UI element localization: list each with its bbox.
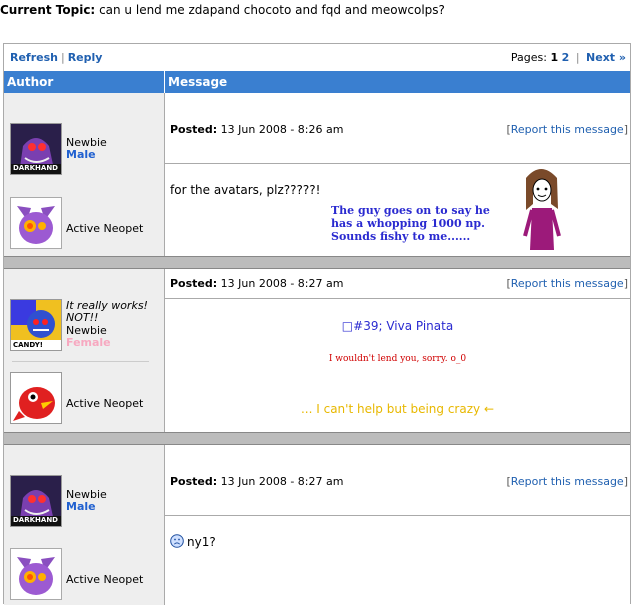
report-message-link[interactable]: Report this message xyxy=(511,277,624,290)
message-text: ny1? xyxy=(187,535,216,549)
toolbar: Refresh | Reply Pages: 1 2 | Next » xyxy=(4,44,630,71)
user-avatar[interactable]: DARKHAND xyxy=(10,123,62,175)
neopet-image[interactable] xyxy=(10,197,62,249)
post: CANDY! It really works! NOT!! Newbie Fem… xyxy=(4,269,630,432)
author-cell: DARKHAND Newbie Male Active Neopet xyxy=(4,445,165,605)
user-gender: Female xyxy=(66,336,111,349)
message-header: Posted: 13 Jun 2008 - 8:26 am [Report th… xyxy=(165,93,630,164)
avatar-label: DARKHAND xyxy=(13,164,58,172)
posted-info: Posted: 13 Jun 2008 - 8:27 am xyxy=(170,475,343,488)
post-separator xyxy=(4,256,630,269)
table-header: Author Message xyxy=(4,71,630,93)
user-info: Newbie Female xyxy=(66,325,111,349)
author-column-header: Author xyxy=(7,75,54,89)
message-column-header: Message xyxy=(168,75,228,89)
refresh-link[interactable]: Refresh xyxy=(10,51,58,64)
user-avatar[interactable]: CANDY! xyxy=(10,299,62,351)
sad-face-icon xyxy=(170,534,184,548)
reply-link[interactable]: Reply xyxy=(68,51,103,64)
user-info: Newbie Male xyxy=(66,137,107,161)
message-header: Posted: 13 Jun 2008 - 8:27 am [Report th… xyxy=(165,445,630,516)
message-body: ny1? xyxy=(165,516,630,605)
posted-info: Posted: 13 Jun 2008 - 8:26 am xyxy=(170,123,343,136)
post-separator xyxy=(4,432,630,445)
posted-date: 13 Jun 2008 - 8:26 am xyxy=(220,123,344,136)
user-info: Newbie Male xyxy=(66,489,107,513)
message-header: Posted: 13 Jun 2008 - 8:27 am [Report th… xyxy=(165,269,630,299)
avatar-label: DARKHAND xyxy=(13,516,58,524)
topic-text: can u lend me zdapand chocoto and fqd an… xyxy=(99,3,445,17)
page-2-link[interactable]: 2 xyxy=(562,51,570,64)
message-text: for the avatars, plz?????! xyxy=(170,183,321,197)
topic-label: Current Topic: xyxy=(0,3,96,17)
posted-label: Posted: xyxy=(170,123,218,136)
current-topic: Current Topic: can u lend me zdapand cho… xyxy=(0,3,445,17)
pagination: Pages: 1 2 | Next » xyxy=(510,51,626,64)
user-gender: Male xyxy=(66,148,96,161)
signature-title: □#39; Viva Pinata xyxy=(341,319,454,333)
cartoon-girl-image xyxy=(523,169,561,250)
signature-footer: ... I can't help but being crazy ← xyxy=(300,402,494,416)
author-cell: DARKHAND Newbie Male Active Neopet xyxy=(4,93,165,256)
posted-label: Posted: xyxy=(170,277,218,290)
user-avatar[interactable]: DARKHAND xyxy=(10,475,62,527)
message-board: Refresh | Reply Pages: 1 2 | Next » Author… xyxy=(3,43,631,605)
posted-date: 13 Jun 2008 - 8:27 am xyxy=(220,475,344,488)
page-1: 1 xyxy=(550,51,559,64)
message-body: for the avatars, plz?????! The guy goes … xyxy=(165,164,630,256)
post: DARKHAND Newbie Male Active Neopet Poste… xyxy=(4,93,630,256)
neopet-label: Active Neopet xyxy=(66,573,144,586)
neopet-image[interactable] xyxy=(10,372,62,424)
author-cell: CANDY! It really works! NOT!! Newbie Fem… xyxy=(4,269,165,432)
report-message-link[interactable]: Report this message xyxy=(511,123,624,136)
posted-date: 13 Jun 2008 - 8:27 am xyxy=(220,277,344,290)
post: DARKHAND Newbie Male Active Neopet Poste… xyxy=(4,445,630,605)
image-caption: The guy goes on to say he has a whopping… xyxy=(331,204,490,243)
neopet-label: Active Neopet xyxy=(66,397,144,410)
next-page-link[interactable]: Next » xyxy=(586,51,626,64)
pages-label: Pages: xyxy=(510,51,547,64)
posted-label: Posted: xyxy=(170,475,218,488)
neopet-label: Active Neopet xyxy=(66,222,144,235)
message-body: □#39; Viva Pinata I wouldn't lend you, s… xyxy=(165,299,630,432)
user-tagline: It really works! NOT!! xyxy=(66,299,148,324)
message-text: I wouldn't lend you, sorry. o_0 xyxy=(328,354,467,364)
avatar-label: CANDY! xyxy=(13,341,43,349)
posted-info: Posted: 13 Jun 2008 - 8:27 am xyxy=(170,277,343,290)
neopet-image[interactable] xyxy=(10,548,62,600)
user-gender: Male xyxy=(66,500,96,513)
report-message-link[interactable]: Report this message xyxy=(511,475,624,488)
